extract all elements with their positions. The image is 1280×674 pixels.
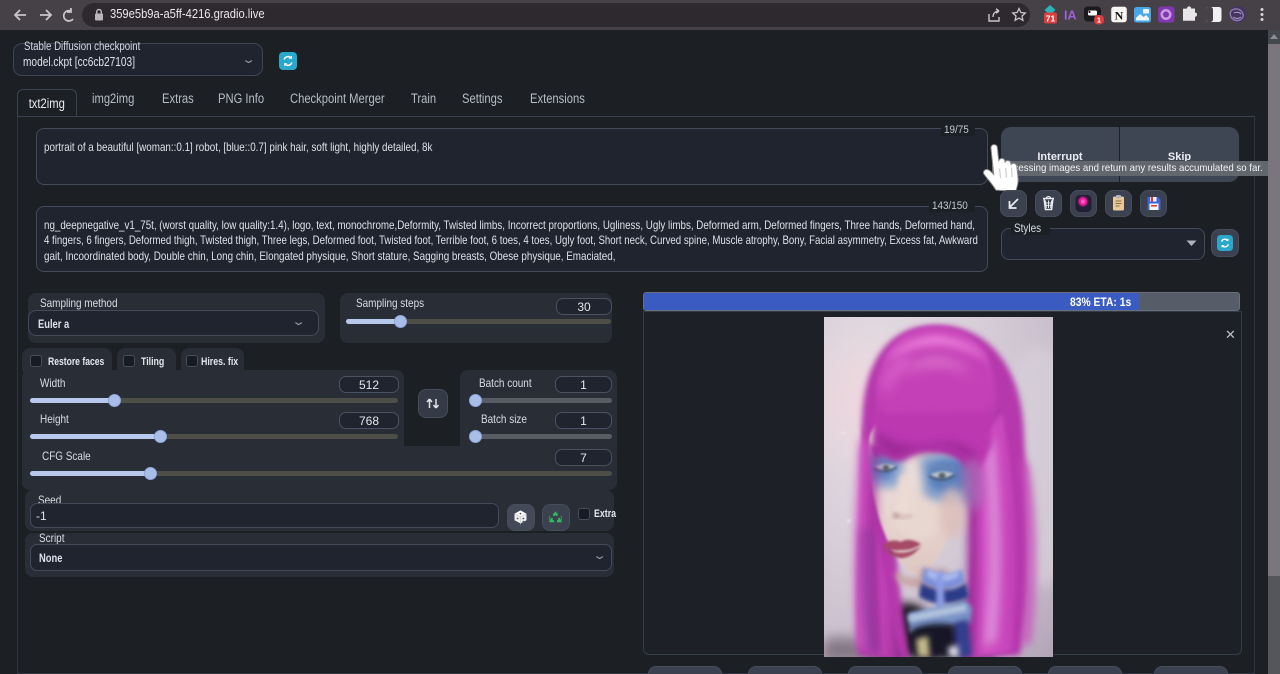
svg-text:N: N	[1115, 9, 1124, 23]
svg-text:1: 1	[1097, 16, 1101, 25]
svg-text:IA: IA	[1064, 9, 1077, 23]
svg-text:71: 71	[1046, 14, 1056, 24]
